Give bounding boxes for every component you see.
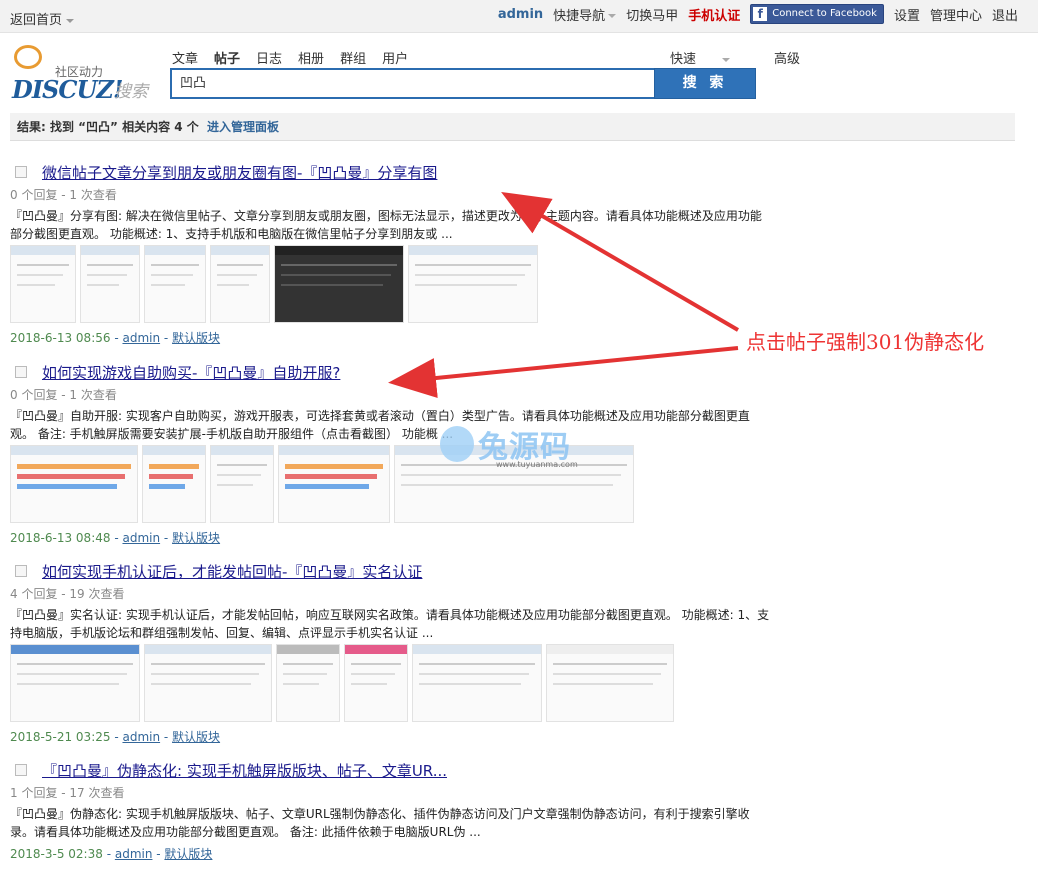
annotation-arrows [388,191,740,398]
annotation-text: 点击帖子强制301伪静态化 [746,330,985,354]
arrow-to-post-1 [501,191,740,332]
arrow-to-post-2 [388,346,739,398]
